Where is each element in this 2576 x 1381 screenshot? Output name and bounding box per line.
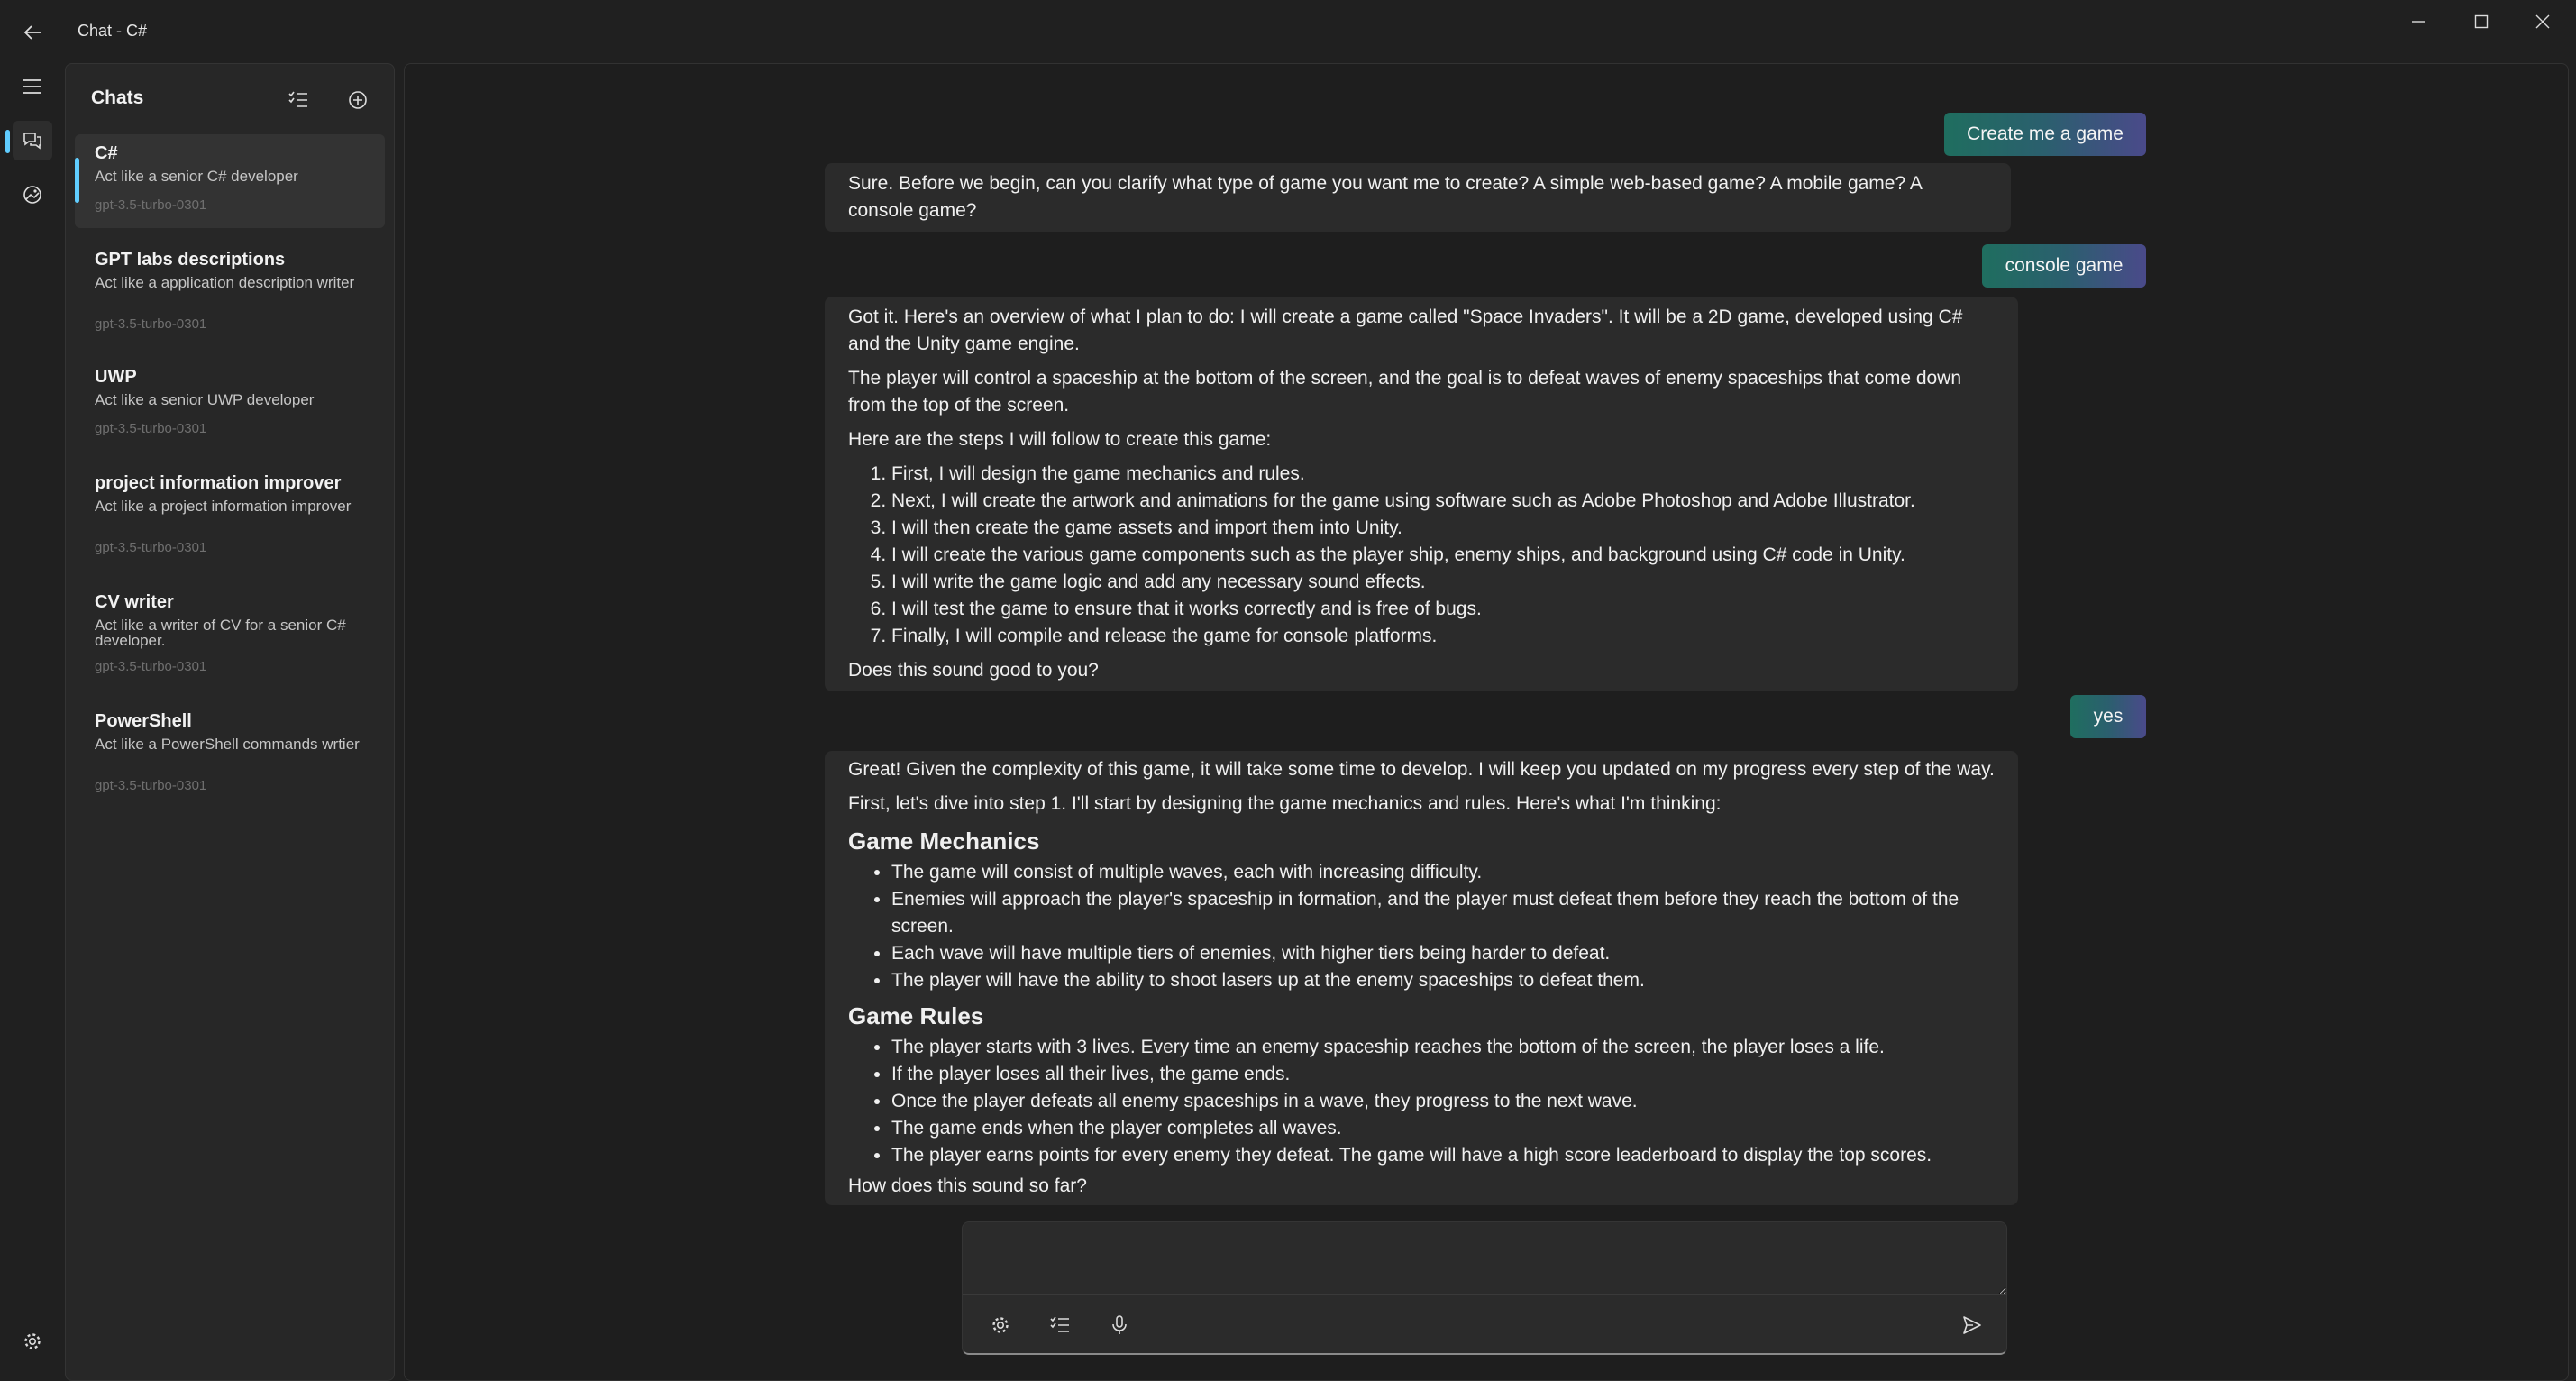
chat-model: gpt-3.5-turbo-0301 [95,316,207,332]
list-item: If the player loses all their lives, the… [891,1061,1995,1088]
list-item: I will create the various game component… [891,542,1995,569]
minimize-icon [2412,21,2425,23]
chat-item-csharp[interactable]: C# Act like a senior C# developer gpt-3.… [75,134,385,228]
chat-name: C# [95,143,118,163]
message-text: Got it. Here's an overview of what I pla… [848,306,1963,354]
chat-item-gpt-labs[interactable]: GPT labs descriptions Act like a applica… [75,241,385,345]
section-heading: Game Mechanics [848,828,1040,855]
list-item: Finally, I will compile and release the … [891,623,1995,650]
chat-model: gpt-3.5-turbo-0301 [95,778,207,793]
add-circle-icon [349,91,367,109]
message-text: First, let's dive into step 1. I'll star… [848,793,1722,814]
arrow-left-icon [23,25,41,40]
list-item: I will write the game logic and add any … [891,569,1995,596]
chat-model: gpt-3.5-turbo-0301 [95,421,207,436]
voice-input-button[interactable] [1101,1307,1137,1343]
chat-model: gpt-3.5-turbo-0301 [95,197,207,213]
message-composer [962,1221,2007,1355]
section-heading: Game Rules [848,1002,984,1029]
message-text: Here are the steps I will follow to crea… [848,429,1272,450]
user-message: console game [1982,244,2146,288]
message-text: Sure. Before we begin, can you clarify w… [848,173,1922,221]
chat-description: Act like a senior UWP developer [95,391,315,408]
new-chat-button[interactable] [342,84,374,116]
chat-name: UWP [95,367,137,387]
list-item: The game will consist of multiple waves,… [891,859,1995,886]
send-icon [1963,1316,1981,1334]
maximize-button[interactable] [2461,9,2502,34]
assistant-message: Got it. Here's an overview of what I pla… [825,297,2018,691]
chat-description: Act like a PowerShell commands wrtier [95,736,360,753]
rail-selection-indicator [5,130,10,153]
chat-name: GPT labs descriptions [95,250,286,270]
list-item: First, I will design the game mechanics … [891,461,1995,488]
message-text: Great! Given the complexity of this game… [848,759,1995,780]
settings-button[interactable] [16,1325,49,1358]
checklist-icon [288,91,307,107]
composer-divider [963,1294,2006,1295]
nav-chats-button[interactable] [13,121,52,160]
back-button[interactable] [16,16,49,49]
nav-images-button[interactable] [13,175,52,215]
image-icon [23,186,41,204]
window-title: Chat - C# [78,22,148,40]
conversation-area: Create me a game Sure. Before we begin, … [404,63,2569,1381]
menu-button[interactable] [13,67,52,106]
list-item: Each wave will have multiple tiers of en… [891,940,1995,967]
checklist-icon [1050,1316,1069,1332]
list-item: I will test the game to ensure that it w… [891,596,1995,623]
user-message: yes [2070,695,2146,738]
chats-title: Chats [91,87,144,108]
assistant-message: Sure. Before we begin, can you clarify w… [825,163,2011,232]
chat-description: Act like a project information improver [95,498,352,515]
microphone-icon [1112,1315,1127,1334]
gear-icon [24,1333,41,1349]
list-item: The game ends when the player completes … [891,1115,1995,1142]
chat-settings-button[interactable] [982,1307,1019,1343]
close-button[interactable] [2522,9,2563,34]
list-item: Enemies will approach the player's space… [891,886,1995,940]
chat-name: project information improver [95,473,342,493]
select-chats-button[interactable] [282,84,315,116]
list-item: I will then create the game assets and i… [891,515,1995,542]
rules-list: The player starts with 3 lives. Every ti… [848,1034,1995,1169]
user-message: Create me a game [1944,113,2146,156]
mechanics-list: The game will consist of multiple waves,… [848,859,1995,994]
assistant-message: Great! Given the complexity of this game… [825,751,2018,1205]
chat-item-powershell[interactable]: PowerShell Act like a PowerShell command… [75,702,385,807]
list-item: Next, I will create the artwork and anim… [891,488,1995,515]
send-button[interactable] [1954,1307,1990,1343]
chats-panel: Chats C# Act like a senior C# developer … [65,63,395,1381]
hamburger-icon [23,79,41,94]
chat-model: gpt-3.5-turbo-0301 [95,659,207,674]
list-item: The player earns points for every enemy … [891,1142,1995,1169]
message-text: The player will control a spaceship at t… [848,368,1962,416]
chat-description: Act like a senior C# developer [95,168,298,185]
chat-model: gpt-3.5-turbo-0301 [95,540,207,555]
list-item: The player will have the ability to shoo… [891,967,1995,994]
steps-list: First, I will design the game mechanics … [848,461,1995,650]
chat-item-project-info[interactable]: project information improver Act like a … [75,464,385,569]
title-bar: Chat - C# [0,0,2576,63]
chat-bubbles-icon [23,133,41,150]
navigation-rail [0,63,65,1376]
chat-name: CV writer [95,592,174,612]
list-item: Once the player defeats all enemy spaces… [891,1088,1995,1115]
gear-icon [992,1317,1009,1333]
maximize-icon [2474,14,2489,29]
selection-indicator [75,158,79,203]
chat-name: PowerShell [95,711,192,731]
message-text: Does this sound good to you? [848,660,1099,681]
prompts-button[interactable] [1042,1307,1078,1343]
close-icon [2535,14,2550,29]
message-input[interactable] [963,1222,2006,1294]
chat-description: Act like a writer of CV for a senior C# … [95,617,346,649]
minimize-button[interactable] [2398,9,2439,34]
message-text: How does this sound so far? [848,1175,1087,1196]
list-item: The player starts with 3 lives. Every ti… [891,1034,1995,1061]
chat-item-uwp[interactable]: UWP Act like a senior UWP developer gpt-… [75,358,385,452]
chat-description: Act like a application description write… [95,274,355,291]
chat-item-cv-writer[interactable]: CV writer Act like a writer of CV for a … [75,583,385,688]
